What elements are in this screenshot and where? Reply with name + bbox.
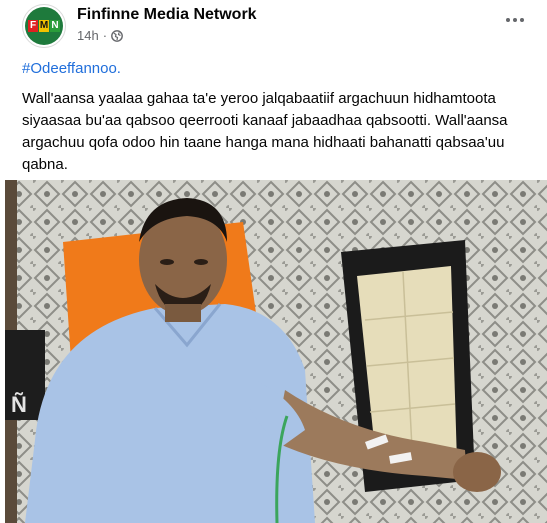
photo-side-logo: Ñ (11, 392, 27, 417)
photo-illustration: Ñ (5, 180, 547, 523)
post-meta: 14h · (77, 28, 123, 43)
post-photo[interactable]: Ñ (5, 180, 547, 523)
facebook-post: F M N Finfinne Media Network 14h · #Odee… (0, 0, 547, 523)
avatar-letter-n: N (50, 20, 60, 32)
globe-icon[interactable] (111, 29, 123, 42)
hashtag-link[interactable]: #Odeeffannoo. (22, 60, 121, 77)
post-body-text: Wall'aansa yaalaa gahaa ta'e yeroo jalqa… (22, 90, 508, 173)
avatar-letter-m: M (39, 20, 49, 32)
page-avatar[interactable]: F M N (22, 4, 66, 48)
page-name-link[interactable]: Finfinne Media Network (77, 6, 257, 24)
timestamp-link[interactable]: 14h (77, 28, 99, 43)
more-options-icon[interactable] (503, 12, 527, 28)
separator-dot: · (102, 28, 108, 43)
avatar-letter-f: F (28, 20, 38, 32)
avatar-logo: F M N (28, 20, 60, 32)
